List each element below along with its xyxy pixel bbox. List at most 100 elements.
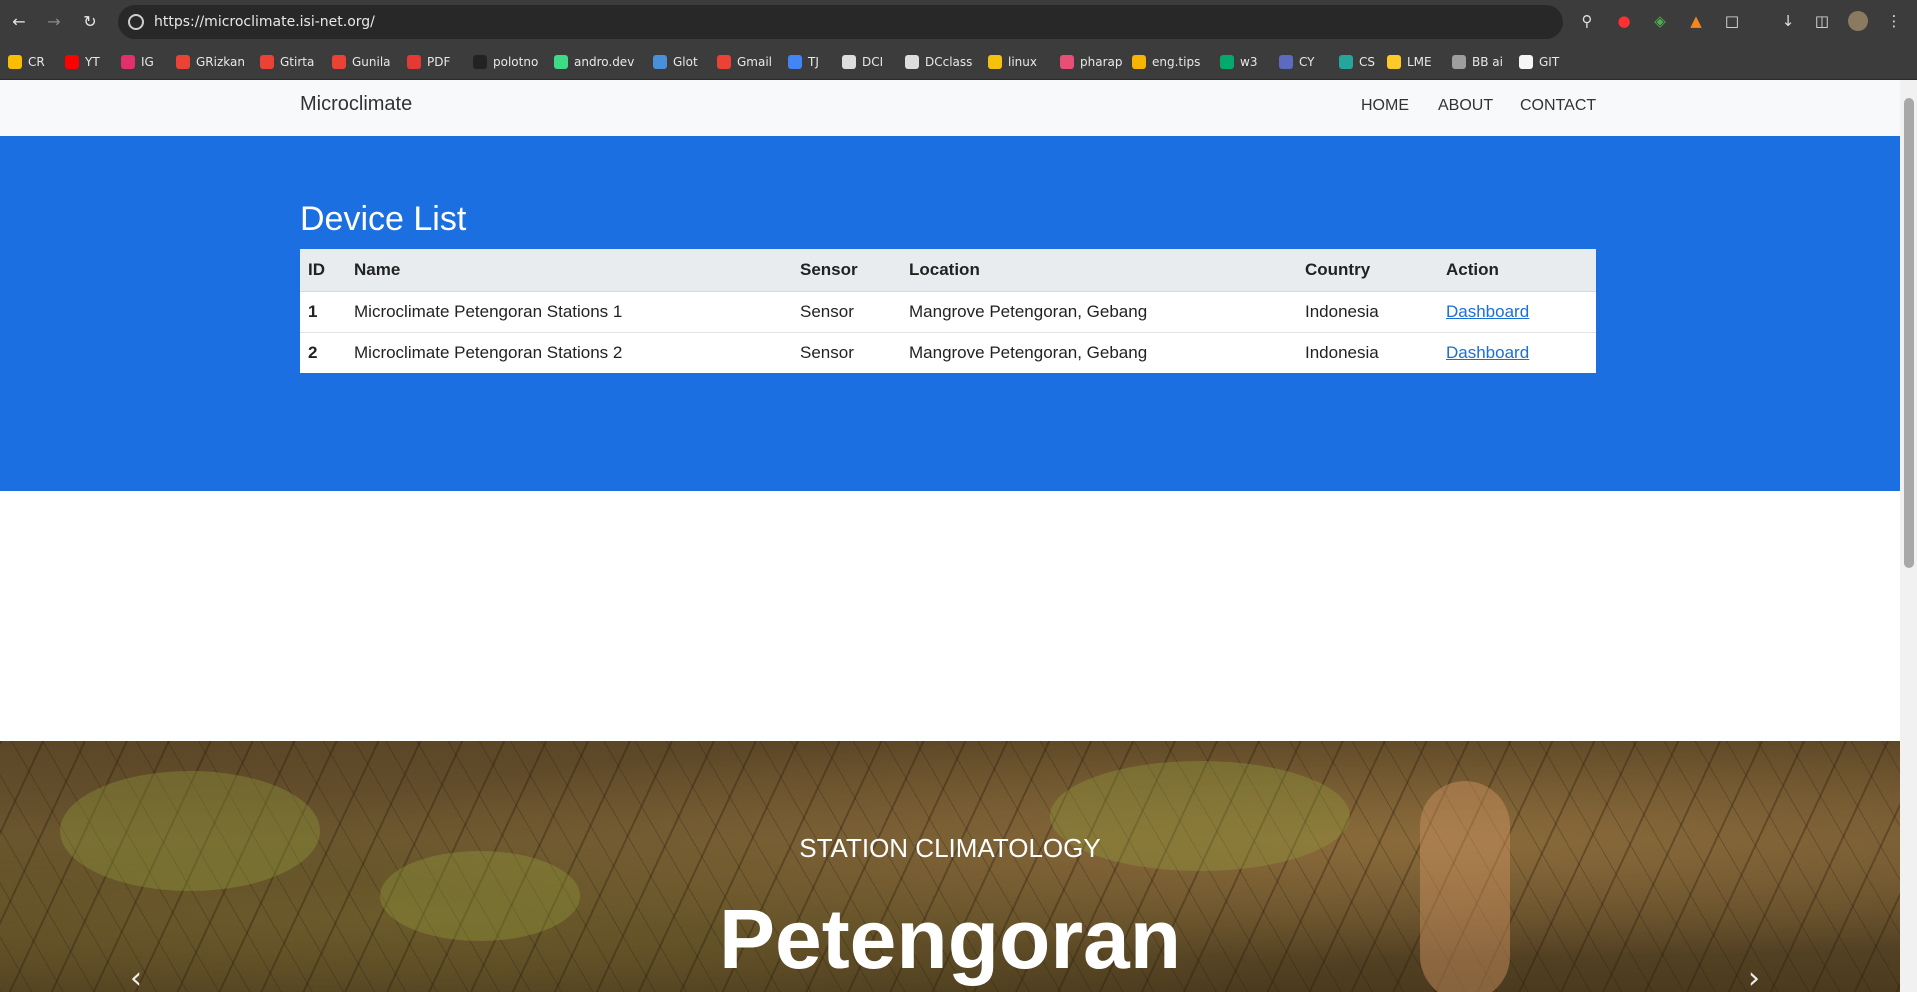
back-arrow-icon[interactable]: ←	[8, 11, 30, 33]
bookmark-favicon-icon	[176, 55, 190, 69]
bookmark-label: Gtirta	[280, 55, 315, 69]
banner-subtitle: STATION CLIMATOLOGY	[799, 833, 1101, 863]
bookmark-label: linux	[1008, 55, 1037, 69]
hero-carousel: STATION CLIMATOLOGY Petengoran ‹ ›	[0, 741, 1900, 992]
bookmark-favicon-icon	[717, 55, 731, 69]
scrollbar-thumb[interactable]	[1904, 98, 1914, 568]
bookmark-cr[interactable]: CR	[8, 52, 45, 72]
reload-icon[interactable]: ↻	[79, 11, 101, 33]
bookmark-favicon-icon	[788, 55, 802, 69]
foliage-decoration	[60, 771, 320, 891]
bookmark-label: DCclass	[925, 55, 973, 69]
bookmark-dci[interactable]: DCI	[842, 52, 883, 72]
bookmark-glot[interactable]: Glot	[653, 52, 698, 72]
profile-avatar-icon[interactable]	[1848, 11, 1868, 31]
table-row: 2 Microclimate Petengoran Stations 2 Sen…	[300, 331, 1596, 373]
extension-icon[interactable]: ◈	[1650, 11, 1670, 31]
bookmark-cy[interactable]: CY	[1279, 52, 1315, 72]
menu-kebab-icon[interactable]: ⋮	[1884, 11, 1904, 31]
col-header-name: Name	[346, 249, 792, 292]
bookmark-pharap[interactable]: pharap	[1060, 52, 1122, 72]
forward-arrow-icon[interactable]: →	[43, 11, 65, 33]
bookmark-bb-ai[interactable]: BB ai	[1452, 52, 1503, 72]
cell-id: 2	[300, 331, 346, 373]
bookmark-label: Glot	[673, 55, 698, 69]
carousel-prev-icon[interactable]: ‹	[130, 961, 142, 992]
bookmark-gunila[interactable]: Gunila	[332, 52, 391, 72]
lens-search-icon[interactable]: ⚲	[1577, 11, 1597, 31]
adblock-extension-icon[interactable]: ●	[1614, 11, 1634, 31]
browser-toolbar: ← → ↻ https://microclimate.isi-net.org/ …	[0, 0, 1917, 44]
bookmark-label: GRizkan	[196, 55, 245, 69]
bookmark-cs[interactable]: CS	[1339, 52, 1375, 72]
bookmark-label: CS	[1359, 55, 1375, 69]
bookmark-tj[interactable]: TJ	[788, 52, 819, 72]
nav-link-contact[interactable]: CONTACT	[1520, 97, 1596, 115]
side-panel-icon[interactable]: ◫	[1812, 11, 1832, 31]
bookmark-label: PDF	[427, 55, 451, 69]
download-icon[interactable]: ↓	[1778, 11, 1798, 31]
bookmark-label: andro.dev	[574, 55, 635, 69]
bookmark-label: LME	[1407, 55, 1432, 69]
bookmark-label: eng.tips	[1152, 55, 1201, 69]
site-info-icon[interactable]	[128, 14, 144, 30]
dashboard-link[interactable]: Dashboard	[1446, 302, 1529, 321]
bookmark-favicon-icon	[1220, 55, 1234, 69]
bookmark-label: Gmail	[737, 55, 773, 69]
bookmark-label: GIT	[1539, 55, 1560, 69]
bookmark-label: DCI	[862, 55, 884, 69]
bookmark-grizkan[interactable]: GRizkan	[176, 52, 245, 72]
bookmark-label: pharap	[1080, 55, 1123, 69]
bookmark-andro-dev[interactable]: andro.dev	[554, 52, 634, 72]
bookmark-dcclass[interactable]: DCclass	[905, 52, 972, 72]
bookmark-git[interactable]: GIT	[1519, 52, 1559, 72]
address-bar[interactable]: https://microclimate.isi-net.org/	[118, 5, 1563, 39]
bookmark-label: BB ai	[1472, 55, 1503, 69]
cell-name: Microclimate Petengoran Stations 1	[346, 290, 792, 332]
bookmark-label: YT	[85, 55, 100, 69]
bookmark-favicon-icon	[653, 55, 667, 69]
carousel-next-icon[interactable]: ›	[1748, 961, 1760, 992]
table-header-row: ID Name Sensor Location Country Action	[300, 249, 1596, 292]
bookmark-favicon-icon	[473, 55, 487, 69]
page-scrollbar[interactable]	[1900, 80, 1917, 992]
bookmark-favicon-icon	[1279, 55, 1293, 69]
cell-sensor: Sensor	[792, 290, 901, 332]
bookmark-favicon-icon	[1132, 55, 1146, 69]
bookmark-gtirta[interactable]: Gtirta	[260, 52, 314, 72]
bookmark-favicon-icon	[842, 55, 856, 69]
cell-country: Indonesia	[1297, 290, 1438, 332]
table-row: 1 Microclimate Petengoran Stations 1 Sen…	[300, 290, 1596, 332]
site-navbar: Microclimate HOME ABOUT CONTACT	[0, 80, 1900, 136]
bookmark-lme[interactable]: LME	[1387, 52, 1432, 72]
bookmark-gmail[interactable]: Gmail	[717, 52, 772, 72]
bookmark-w3[interactable]: w3	[1220, 52, 1257, 72]
bookmark-label: polotno	[493, 55, 539, 69]
dashboard-link[interactable]: Dashboard	[1446, 343, 1529, 362]
bookmark-yt[interactable]: YT	[65, 52, 100, 72]
nav-link-home[interactable]: HOME	[1361, 97, 1409, 115]
bookmark-favicon-icon	[407, 55, 421, 69]
bookmark-ig[interactable]: IG	[121, 52, 154, 72]
banner-title: Petengoran	[718, 892, 1182, 986]
bookmark-eng-tips[interactable]: eng.tips	[1132, 52, 1200, 72]
extensions-puzzle-icon[interactable]: □	[1722, 11, 1742, 31]
bookmarks-bar: CR YT IG GRizkan Gtirta Gunila PDF polotno andro…	[0, 44, 1917, 80]
col-header-sensor: Sensor	[792, 249, 901, 292]
bookmark-linux[interactable]: linux	[988, 52, 1037, 72]
col-header-location: Location	[901, 249, 1297, 292]
cell-country: Indonesia	[1297, 331, 1438, 373]
cell-location: Mangrove Petengoran, Gebang	[901, 331, 1297, 373]
bookmark-favicon-icon	[905, 55, 919, 69]
bookmark-polotno[interactable]: polotno	[473, 52, 538, 72]
metamask-icon[interactable]: ▲	[1686, 11, 1706, 31]
site-brand[interactable]: Microclimate	[300, 93, 412, 116]
nav-link-about[interactable]: ABOUT	[1438, 97, 1493, 115]
bookmark-favicon-icon	[554, 55, 568, 69]
bookmark-label: TJ	[808, 55, 819, 69]
spacer-section	[0, 491, 1900, 741]
bookmark-favicon-icon	[260, 55, 274, 69]
bookmark-favicon-icon	[332, 55, 346, 69]
bookmark-pdf[interactable]: PDF	[407, 52, 450, 72]
cell-id: 1	[300, 290, 346, 332]
